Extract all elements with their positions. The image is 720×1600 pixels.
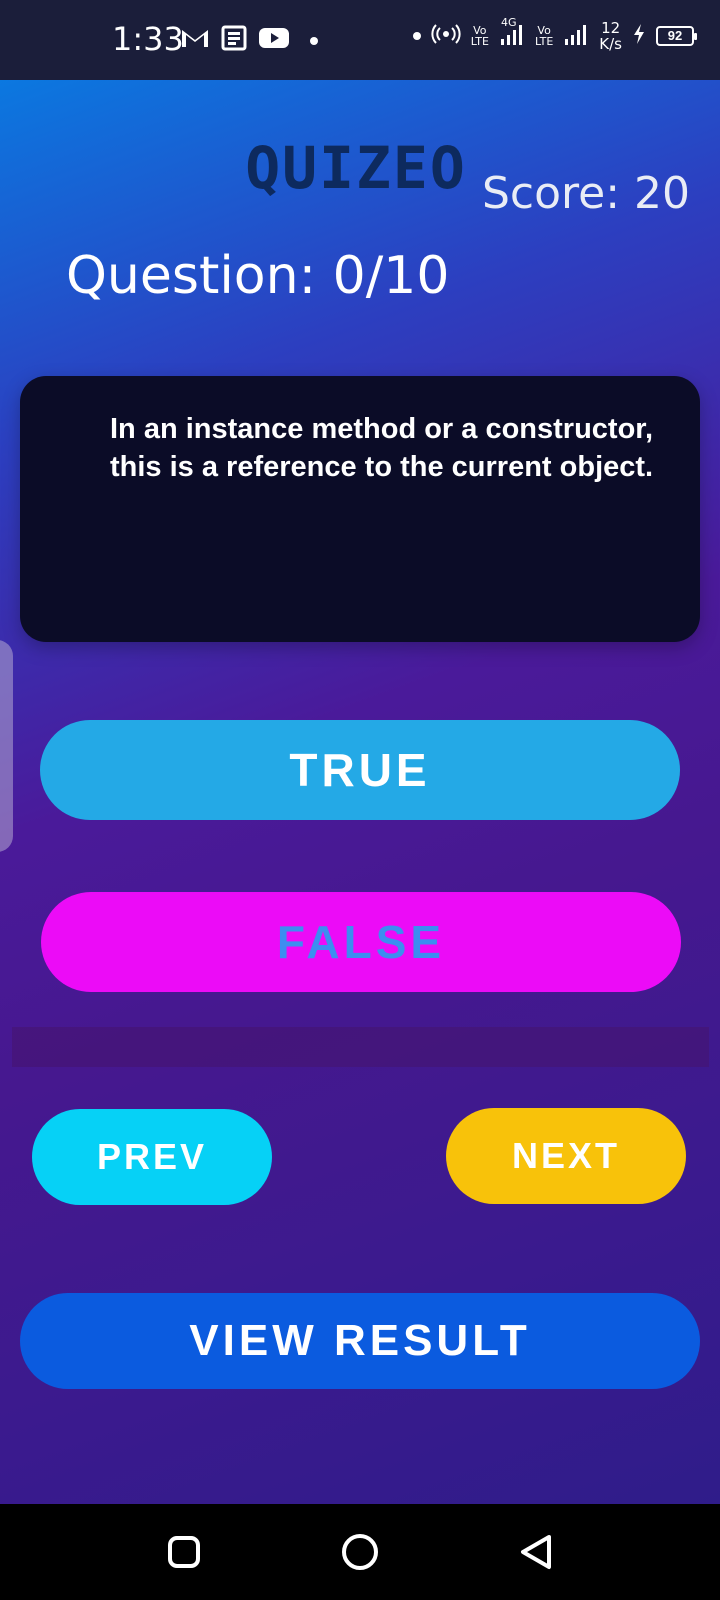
edge-panel-handle[interactable] — [0, 640, 13, 852]
svg-text:QUIZEO: QUIZEO — [245, 140, 467, 196]
question-counter: Question: 0/10 — [66, 246, 450, 306]
question-card: In an instance method or a constructor, … — [20, 376, 700, 642]
question-text: In an instance method or a constructor, … — [110, 413, 654, 483]
charging-icon — [632, 23, 646, 50]
quiz-screen: QUIZEO Score: 20 Question: 0/10 In an in… — [0, 80, 720, 1504]
system-nav-bar — [0, 1504, 720, 1600]
next-button[interactable]: NEXT — [446, 1108, 686, 1204]
system-status-icons: Vo LTE 4G Vo LTE 12 K/s 92 — [412, 17, 697, 53]
signal2-icon — [563, 21, 589, 52]
signal-icon: 4G — [499, 17, 525, 52]
sim2-label: Vo LTE — [534, 24, 554, 48]
prev-button[interactable]: PREV — [32, 1109, 272, 1205]
home-icon[interactable] — [336, 1528, 384, 1576]
notification-dot-icon — [310, 36, 318, 45]
view-result-button[interactable]: VIEW RESULT — [20, 1293, 700, 1389]
sim1-label: Vo LTE — [470, 24, 489, 48]
status-bar: 1:33 Vo LTE 4G Vo LTE 12 K/s 92 — [0, 0, 720, 80]
gmail-icon — [180, 26, 210, 55]
status-time: 1:33 — [112, 20, 184, 58]
network-speed: 12 K/s — [599, 19, 622, 53]
divider — [12, 1027, 709, 1067]
true-button[interactable]: TRUE — [40, 720, 680, 820]
notification-icons — [180, 24, 318, 57]
battery-icon: 92 — [656, 26, 697, 46]
app-logo: QUIZEO — [240, 134, 472, 202]
recents-icon[interactable] — [160, 1528, 208, 1576]
hotspot-icon — [431, 22, 461, 51]
false-button[interactable]: FALSE — [41, 892, 681, 992]
news-icon — [220, 24, 248, 57]
back-icon[interactable] — [512, 1528, 560, 1576]
status-dot-icon — [412, 32, 421, 40]
youtube-icon — [258, 26, 290, 55]
score-label: Score: 20 — [482, 168, 691, 219]
